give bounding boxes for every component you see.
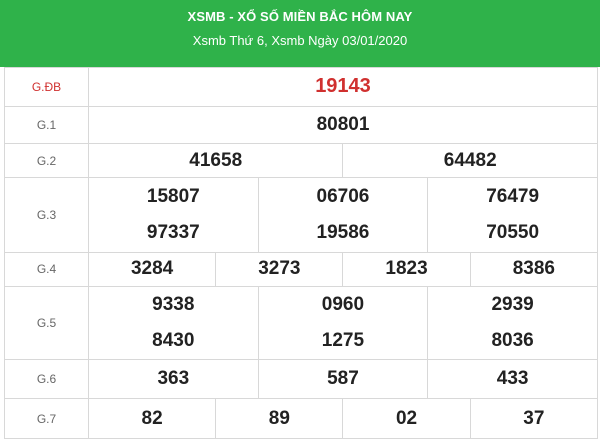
prize-label: G.7 [4, 398, 89, 439]
prize-number: 89 [268, 407, 290, 429]
prize-number: 0960 [321, 293, 365, 315]
prize-row-g3-a: G.3 15807 06706 76479 [4, 177, 598, 253]
prize-row-g2: G.2 41658 64482 [4, 142, 598, 179]
prize-row-g4: G.4 3284 3273 1823 8386 [4, 251, 599, 288]
prize-number: 587 [327, 368, 359, 389]
prize-row-g5-a: G.5 9338 0960 2939 [4, 286, 598, 360]
header-title: XSMB - XỔ SỐ MIỀN BẮC HÔM NAY [187, 9, 413, 24]
prize-number: 2939 [491, 293, 534, 315]
prize-number: 8430 [152, 329, 195, 351]
prize-number: 70550 [486, 222, 540, 244]
prize-label: G.3 [4, 177, 89, 253]
prize-number: 1823 [385, 258, 428, 280]
prize-label: G.4 [4, 251, 89, 288]
prize-number: 363 [157, 368, 190, 389]
prize-number: 76479 [486, 185, 540, 207]
prize-number: 80801 [316, 113, 370, 135]
prize-row-g5-b: 8430 1275 8036 [5, 322, 598, 360]
results-header: XSMB - XỔ SỐ MIỀN BẮC HÔM NAY Xsmb Thứ 6… [0, 0, 600, 67]
prize-row-g3-b: 97337 19586 70550 [5, 214, 598, 253]
prize-row-g6: G.6 363 587 433 [4, 358, 598, 400]
prize-number: 3273 [258, 258, 301, 280]
prize-row-g1: G.1 80801 [4, 105, 598, 144]
prize-number: 19586 [316, 222, 370, 244]
prize-number: 82 [141, 407, 163, 429]
prize-number: 3284 [130, 258, 174, 280]
prize-number: 8036 [491, 329, 534, 351]
prize-number: 06706 [316, 185, 370, 207]
prize-number: 97337 [146, 222, 200, 244]
prize-number: 8386 [512, 258, 555, 280]
prize-number: 9338 [152, 293, 195, 315]
prize-row-gdb: G.ĐB 19143 [4, 67, 598, 107]
prize-label: G.2 [4, 142, 89, 179]
prize-label: G.1 [4, 105, 89, 144]
header-subtitle: Xsmb Thứ 6, Xsmb Ngày 03/01/2020 [192, 33, 408, 48]
prize-number: 64482 [443, 149, 497, 171]
prize-number: 37 [523, 407, 545, 429]
prize-number: 1275 [321, 329, 365, 351]
prize-number: 15807 [146, 185, 200, 207]
prize-number: 19143 [315, 75, 371, 98]
prize-number: 02 [395, 407, 418, 429]
prize-label: G.6 [4, 358, 89, 400]
prize-number: 41658 [189, 149, 243, 171]
prize-label: G.5 [4, 286, 89, 360]
results-table: G.ĐB 19143 G.1 80801 G.2 41658 64482 G.3… [4, 67, 599, 439]
prize-number: 433 [496, 368, 529, 389]
prize-label: G.ĐB [4, 67, 89, 107]
prize-row-g7: G.7 82 89 02 37 [4, 398, 599, 439]
